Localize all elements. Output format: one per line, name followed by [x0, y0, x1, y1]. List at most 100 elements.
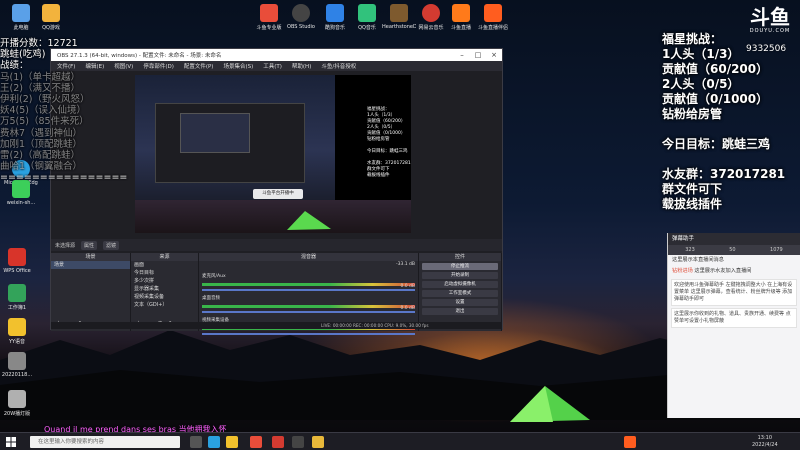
sources-panel-title: 来源: [131, 253, 198, 261]
chrome-taskbar-icon[interactable]: [312, 436, 324, 448]
danmaku-header: 弹幕助手: [668, 233, 800, 245]
desktop-icon-douyu-pro[interactable]: 斗鱼专业版: [252, 4, 286, 31]
source-item[interactable]: 显示器采集: [131, 285, 198, 293]
stop-streaming-button[interactable]: 停止推流: [422, 263, 498, 270]
taskbar-search-input[interactable]: 在这里输入你要搜索的内容: [30, 436, 180, 448]
overlay-line: [662, 152, 800, 167]
preview-overlay-line: 今日目标：跳蛙三鸡: [367, 149, 408, 154]
overlay-divider: ================: [0, 172, 128, 184]
mixer-channel-name: 麦克风/Aux: [202, 274, 226, 279]
menu-profile[interactable]: 配置文件(P): [184, 62, 214, 70]
source-item[interactable]: 画面: [131, 261, 198, 269]
settings-button[interactable]: 设置: [422, 299, 498, 306]
studio-mode-button[interactable]: 工作室模式: [422, 290, 498, 297]
excel-icon: [8, 284, 26, 302]
overlay-line: 载拔线插件: [662, 197, 723, 211]
desktop-icon-hdt[interactable]: HearthstoneDeck: [382, 4, 416, 30]
scenes-panel-title: 场景: [51, 253, 130, 261]
desktop-icon-folder-2022[interactable]: 20220118...: [0, 352, 34, 378]
preview-tent-image: [287, 211, 331, 230]
chat-system-message: 欢迎使用斗鱼弹幕助手 左键拖拽调整大小 在上海有设置菜单 这里展示弹幕，查看统计…: [671, 279, 797, 306]
chat-message: 这里展示本直播间消息: [672, 257, 724, 263]
menu-docks[interactable]: 停靠部件(D): [143, 62, 174, 70]
desktop-icon-kugou[interactable]: 酷狗音乐: [318, 4, 352, 31]
overlay-line: 曲哈1（钢翼融合）: [0, 161, 83, 173]
maximize-icon[interactable]: □: [470, 51, 486, 59]
exit-button[interactable]: 退出: [422, 308, 498, 315]
viewer-count: 323: [685, 247, 695, 253]
source-item[interactable]: 文本（GDI+）: [131, 301, 198, 309]
overlay-line: 今日目标：跳蛙三鸡: [662, 137, 771, 151]
task-view-icon[interactable]: [190, 436, 202, 448]
preview-nested-window-inner: [180, 113, 250, 153]
filters-button[interactable]: 滤镜: [103, 240, 120, 250]
mixer-panel-title: 混音器: [199, 253, 418, 261]
challenge-overlay: 福星挑战： 1人头（1/3） 贡献值（60/200） 2人头（0/5） 贡献值（…: [662, 32, 800, 212]
sources-panel: 来源 画面 今日目标 多少次拼 显示器采集 视频采集设备 文本（GDI+） ＋－…: [131, 253, 199, 331]
overlay-line: 福星挑战：: [662, 32, 723, 46]
desktop-icon-netease-music[interactable]: 网易云音乐: [414, 4, 448, 31]
overlay-line: 马(1)（单卡超越）: [0, 71, 80, 83]
netease-music-icon: [422, 4, 440, 22]
menu-douyu-auth[interactable]: 斗鱼/抖音授权: [321, 62, 356, 70]
menu-tools[interactable]: 工具(T): [263, 62, 282, 70]
source-item[interactable]: 视频采集设备: [131, 293, 198, 301]
chat-highlight: 钻粉进场: [672, 268, 693, 274]
qq-music-icon: [358, 4, 376, 22]
menu-scene-collection[interactable]: 场景集合(S): [223, 62, 253, 70]
controls-panel-title: 控件: [419, 253, 501, 261]
obs-title-bar[interactable]: OBS 27.1.3 (64-bit, windows) - 配置文件: 未命名…: [51, 49, 502, 61]
windows-start-icon[interactable]: [6, 437, 16, 447]
like-count: 1079: [770, 247, 783, 253]
danmaku-stats: 323 50 1079: [668, 245, 800, 255]
desktop-icon-douyu-live[interactable]: 斗鱼直播: [444, 4, 478, 31]
obs-menu-bar: 文件(F) 编辑(E) 视图(V) 停靠部件(D) 配置文件(P) 场景集合(S…: [51, 61, 502, 71]
source-item[interactable]: 多少次拼: [131, 277, 198, 285]
obs-window-title: OBS 27.1.3 (64-bit, windows) - 配置文件: 未命名…: [57, 53, 222, 59]
desktop-icon-this-pc[interactable]: 此电脑: [4, 4, 38, 31]
virtual-camera-button[interactable]: 启动虚拟摄像机: [422, 281, 498, 288]
close-icon[interactable]: ×: [486, 51, 502, 59]
desktop-icon-wps[interactable]: WPS Office: [0, 248, 34, 274]
overlay-line: [662, 122, 800, 137]
menu-help[interactable]: 帮助(H): [292, 62, 311, 70]
chat-message-text: 这里展示水友加入直播间: [694, 268, 752, 274]
desktop-icon-weixin[interactable]: weixin-sh...: [4, 180, 38, 206]
edge-taskbar-icon[interactable]: [208, 436, 220, 448]
document-icon: [8, 390, 26, 408]
desktop-icon-qqmusic[interactable]: QQ音乐: [350, 4, 384, 31]
mixer-channel[interactable]: 桌面音频 0.0 dB: [199, 283, 418, 313]
douyu-companion-icon: [484, 4, 502, 22]
douyu-live-icon: [452, 4, 470, 22]
desktop-icon-obs[interactable]: OBS Studio: [284, 4, 318, 30]
overlay-line: 雷(2)（高配跳蛙）: [0, 150, 80, 162]
douyu-icon: [260, 4, 278, 22]
desktop-icon-qq-games[interactable]: QQ游戏: [34, 4, 68, 31]
scene-item[interactable]: 场景: [51, 261, 130, 269]
overlay-line: 费林7（遇到神仙）: [0, 127, 83, 139]
properties-button[interactable]: 属性: [81, 240, 98, 250]
danmaku-assistant-panel[interactable]: 弹幕助手 323 50 1079 这里展示本直播间消息 钻粉进场 这里展示水友加…: [667, 233, 800, 418]
preview-nested-desktop: [135, 75, 335, 200]
obs-window[interactable]: OBS 27.1.3 (64-bit, windows) - 配置文件: 未命名…: [50, 48, 503, 335]
minimize-icon[interactable]: –: [454, 51, 470, 59]
system-clock[interactable]: 13:10 2022/4/24: [752, 435, 778, 449]
douyu-companion-taskbar-icon[interactable]: [624, 436, 636, 448]
mixer-channel[interactable]: 麦克风/Aux -33.1 dB: [199, 261, 418, 291]
obs-source-toolbar: 未选择源 属性 滤镜: [51, 239, 502, 251]
netease-taskbar-icon[interactable]: [272, 436, 284, 448]
start-recording-button[interactable]: 开始录制: [422, 272, 498, 279]
volume-slider[interactable]: [202, 333, 415, 335]
menu-edit[interactable]: 编辑(E): [85, 62, 104, 70]
douyu-taskbar-icon[interactable]: [250, 436, 262, 448]
explorer-taskbar-icon[interactable]: [226, 436, 238, 448]
desktop-icon-douyu-companion[interactable]: 斗鱼直播伴侣: [476, 4, 510, 31]
desktop-icon-20w[interactable]: 20W播灯版: [0, 390, 34, 417]
source-item[interactable]: 今日目标: [131, 269, 198, 277]
obs-preview-canvas[interactable]: 福星挑战： 1人头（1/3） 贡献值（60/200） 2人头（0/5） 贡献值（…: [135, 75, 411, 233]
menu-view[interactable]: 视图(V): [114, 62, 133, 70]
obs-taskbar-icon[interactable]: [292, 436, 304, 448]
overlay-line: 水友群：372017281: [662, 167, 786, 181]
desktop-icon-yy[interactable]: YY语音: [0, 318, 34, 345]
desktop-icon-workbook[interactable]: 工作簿1: [0, 284, 34, 311]
